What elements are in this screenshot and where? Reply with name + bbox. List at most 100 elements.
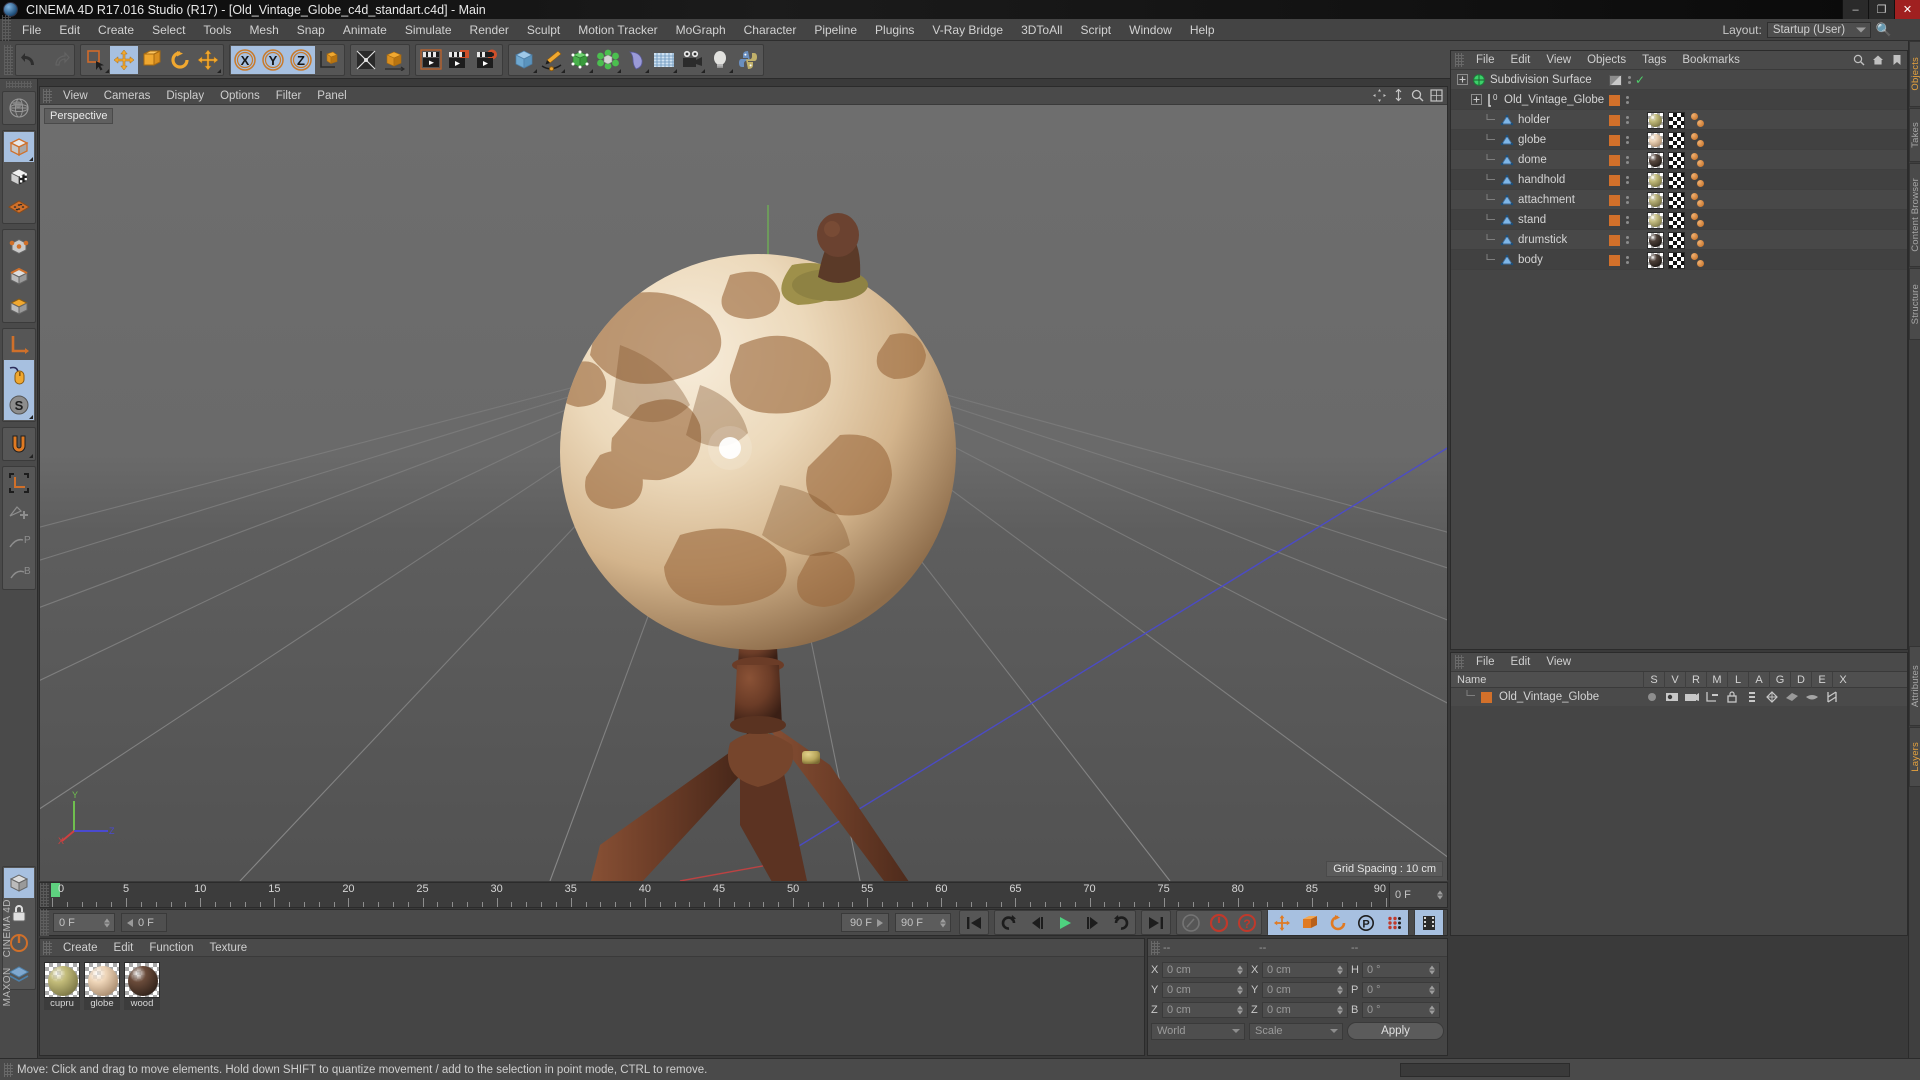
object-tree-row[interactable]: globe	[1451, 130, 1907, 150]
globe-3d-model[interactable]	[40, 105, 1447, 881]
layer-column-d[interactable]: D	[1790, 672, 1811, 688]
layer-column-x[interactable]: X	[1832, 672, 1853, 688]
menu-item-character[interactable]: Character	[735, 19, 806, 41]
spinner-icon[interactable]	[1429, 966, 1435, 975]
menu-item-animate[interactable]: Animate	[334, 19, 396, 41]
subdivision-button[interactable]	[352, 46, 380, 74]
timeline-grip-handle[interactable]	[40, 883, 49, 907]
render-preview-button[interactable]	[4, 93, 34, 123]
layer-color-swatch[interactable]	[1481, 692, 1492, 703]
spinner-icon[interactable]	[1337, 986, 1343, 995]
viewport-menu-filter[interactable]: Filter	[268, 87, 310, 105]
object-enable-column[interactable]	[1609, 110, 1629, 130]
apply-button[interactable]: Apply	[1347, 1022, 1444, 1040]
phong-tag-icon[interactable]	[1689, 112, 1707, 129]
xpresso-icon[interactable]	[1823, 690, 1841, 704]
material-manager-grip-handle[interactable]	[43, 941, 52, 955]
object-tree-row[interactable]: dome	[1451, 150, 1907, 170]
size-y-input[interactable]: 0 cm	[1262, 982, 1348, 998]
add-mograph-button[interactable]	[594, 46, 622, 74]
x-axis-lock-button[interactable]: X	[231, 46, 259, 74]
spinner-icon[interactable]	[1429, 1006, 1435, 1015]
maximize-button[interactable]: ❐	[1868, 0, 1894, 19]
object-axis-mode-button[interactable]	[4, 330, 34, 360]
uvw-tag-icon[interactable]	[1668, 252, 1685, 269]
step-forward-button[interactable]	[1079, 910, 1107, 935]
material-menu-create[interactable]: Create	[55, 939, 106, 957]
workplane-button[interactable]	[4, 468, 34, 498]
generator-icon[interactable]	[1763, 690, 1781, 704]
object-tree-row[interactable]: 0Old_Vintage_Globe	[1451, 90, 1907, 110]
material-tag-icon[interactable]	[1647, 172, 1664, 189]
rotation-p-input[interactable]: 0 °	[1362, 982, 1440, 998]
menu-item-simulate[interactable]: Simulate	[396, 19, 461, 41]
uvw-tag-icon[interactable]	[1668, 152, 1685, 169]
polygon-grid-button[interactable]	[4, 192, 34, 222]
search-icon[interactable]	[1853, 54, 1865, 66]
manager-icon[interactable]	[1703, 690, 1721, 704]
object-enable-column[interactable]: ✓	[1609, 70, 1645, 90]
play-reverse-button[interactable]	[995, 910, 1023, 935]
move-duplicate-button[interactable]	[194, 46, 222, 74]
object-tree-row[interactable]: attachment	[1451, 190, 1907, 210]
menu-item-v-ray-bridge[interactable]: V-Ray Bridge	[923, 19, 1012, 41]
object-visibility-toggle[interactable]	[1609, 75, 1622, 86]
rotation-key-button[interactable]	[1324, 910, 1352, 935]
layer-flag-icons[interactable]	[1643, 690, 1841, 704]
right-tab-objects[interactable]: Objects	[1909, 41, 1920, 107]
rotation-h-input[interactable]: 0 °	[1362, 962, 1440, 978]
scale-button[interactable]	[138, 46, 166, 74]
object-layer-color-swatch[interactable]	[1609, 195, 1620, 206]
material-menu-function[interactable]: Function	[141, 939, 201, 957]
layer-column-m[interactable]: M	[1706, 672, 1727, 688]
object-enable-column[interactable]	[1609, 150, 1629, 170]
object-enable-column[interactable]	[1609, 210, 1629, 230]
material-swatch[interactable]: wood	[124, 962, 160, 1010]
toolbar-grip-handle[interactable]	[4, 45, 13, 75]
object-tree-row[interactable]: handhold	[1451, 170, 1907, 190]
live-selection-button[interactable]	[82, 46, 110, 74]
layer-column-a[interactable]: A	[1748, 672, 1769, 688]
right-tab-structure[interactable]: Structure	[1909, 268, 1920, 340]
position-z-input[interactable]: 0 cm	[1162, 1002, 1248, 1018]
object-tree-row[interactable]: holder	[1451, 110, 1907, 130]
material-tag-icon[interactable]	[1647, 152, 1664, 169]
object-layer-color-swatch[interactable]	[1609, 235, 1620, 246]
object-menu-tags[interactable]: Tags	[1634, 51, 1674, 70]
object-manager-grip-handle[interactable]	[1455, 53, 1464, 67]
coordinate-manager-grip-handle[interactable]	[1151, 941, 1160, 955]
spinner-icon[interactable]	[1237, 966, 1243, 975]
bookmark-icon[interactable]	[1891, 54, 1903, 66]
tree-expand-toggle[interactable]	[1457, 74, 1469, 86]
edges-mode-button[interactable]	[4, 261, 34, 291]
param-key-button[interactable]: P	[1352, 910, 1380, 935]
position-y-input[interactable]: 0 cm	[1162, 982, 1248, 998]
animation-icon[interactable]	[1743, 690, 1761, 704]
spinner-icon[interactable]	[1429, 986, 1435, 995]
layout-dropdown[interactable]: Startup (User)	[1767, 22, 1871, 38]
menu-item-render[interactable]: Render	[461, 19, 518, 41]
expression-icon[interactable]	[1803, 690, 1821, 704]
soft-selection-button[interactable]: S	[4, 390, 34, 420]
phong-tag-icon[interactable]	[1689, 252, 1707, 269]
phong-tag-icon[interactable]	[1689, 172, 1707, 189]
object-menu-file[interactable]: File	[1468, 51, 1503, 70]
redo-button[interactable]	[45, 46, 73, 74]
add-camera-button[interactable]	[678, 46, 706, 74]
position-key-button[interactable]	[1268, 910, 1296, 935]
material-tag-icon[interactable]	[1647, 192, 1664, 209]
size-x-input[interactable]: 0 cm	[1262, 962, 1348, 978]
polygons-mode-button[interactable]	[4, 291, 34, 321]
render-icon[interactable]	[1683, 690, 1701, 704]
object-visibility-dots[interactable]	[1626, 176, 1629, 184]
add-scene-button[interactable]	[650, 46, 678, 74]
menu-item-tools[interactable]: Tools	[194, 19, 240, 41]
material-menu-texture[interactable]: Texture	[201, 939, 255, 957]
layer-column-r[interactable]: R	[1685, 672, 1706, 688]
add-cube-button[interactable]	[510, 46, 538, 74]
menu-item-file[interactable]: File	[13, 19, 50, 41]
world-object-coord-button[interactable]	[315, 46, 343, 74]
loop-button[interactable]	[1107, 910, 1135, 935]
menu-item-edit[interactable]: Edit	[50, 19, 89, 41]
lock-icon[interactable]	[1723, 690, 1741, 704]
